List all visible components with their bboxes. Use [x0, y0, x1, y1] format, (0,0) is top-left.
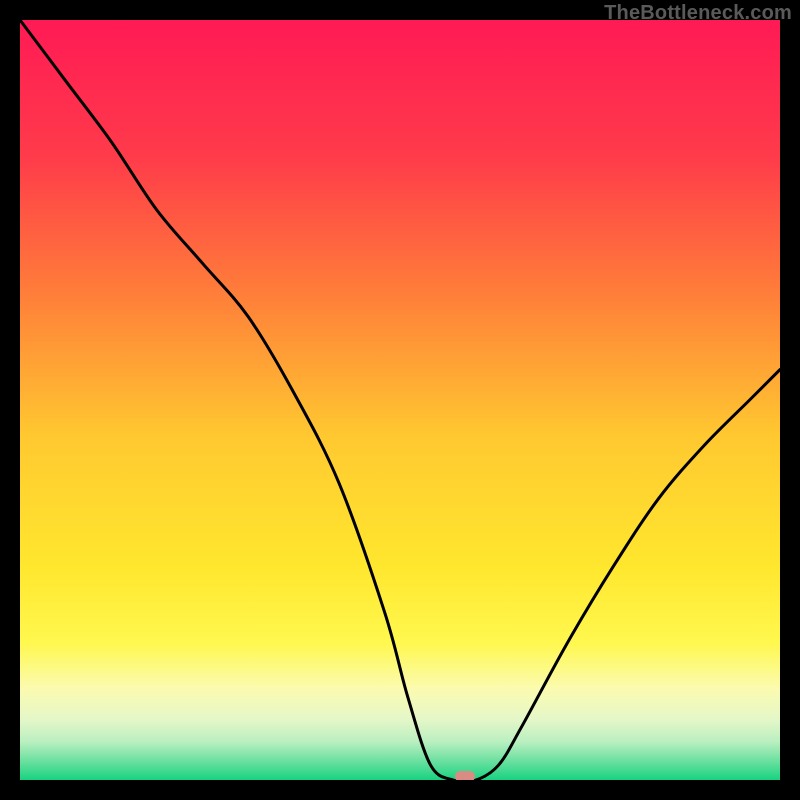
chart-container: TheBottleneck.com — [0, 0, 800, 800]
optimal-marker — [455, 771, 475, 780]
watermark-text: TheBottleneck.com — [604, 2, 792, 25]
plot-area — [20, 20, 780, 780]
bottleneck-curve — [20, 20, 780, 780]
